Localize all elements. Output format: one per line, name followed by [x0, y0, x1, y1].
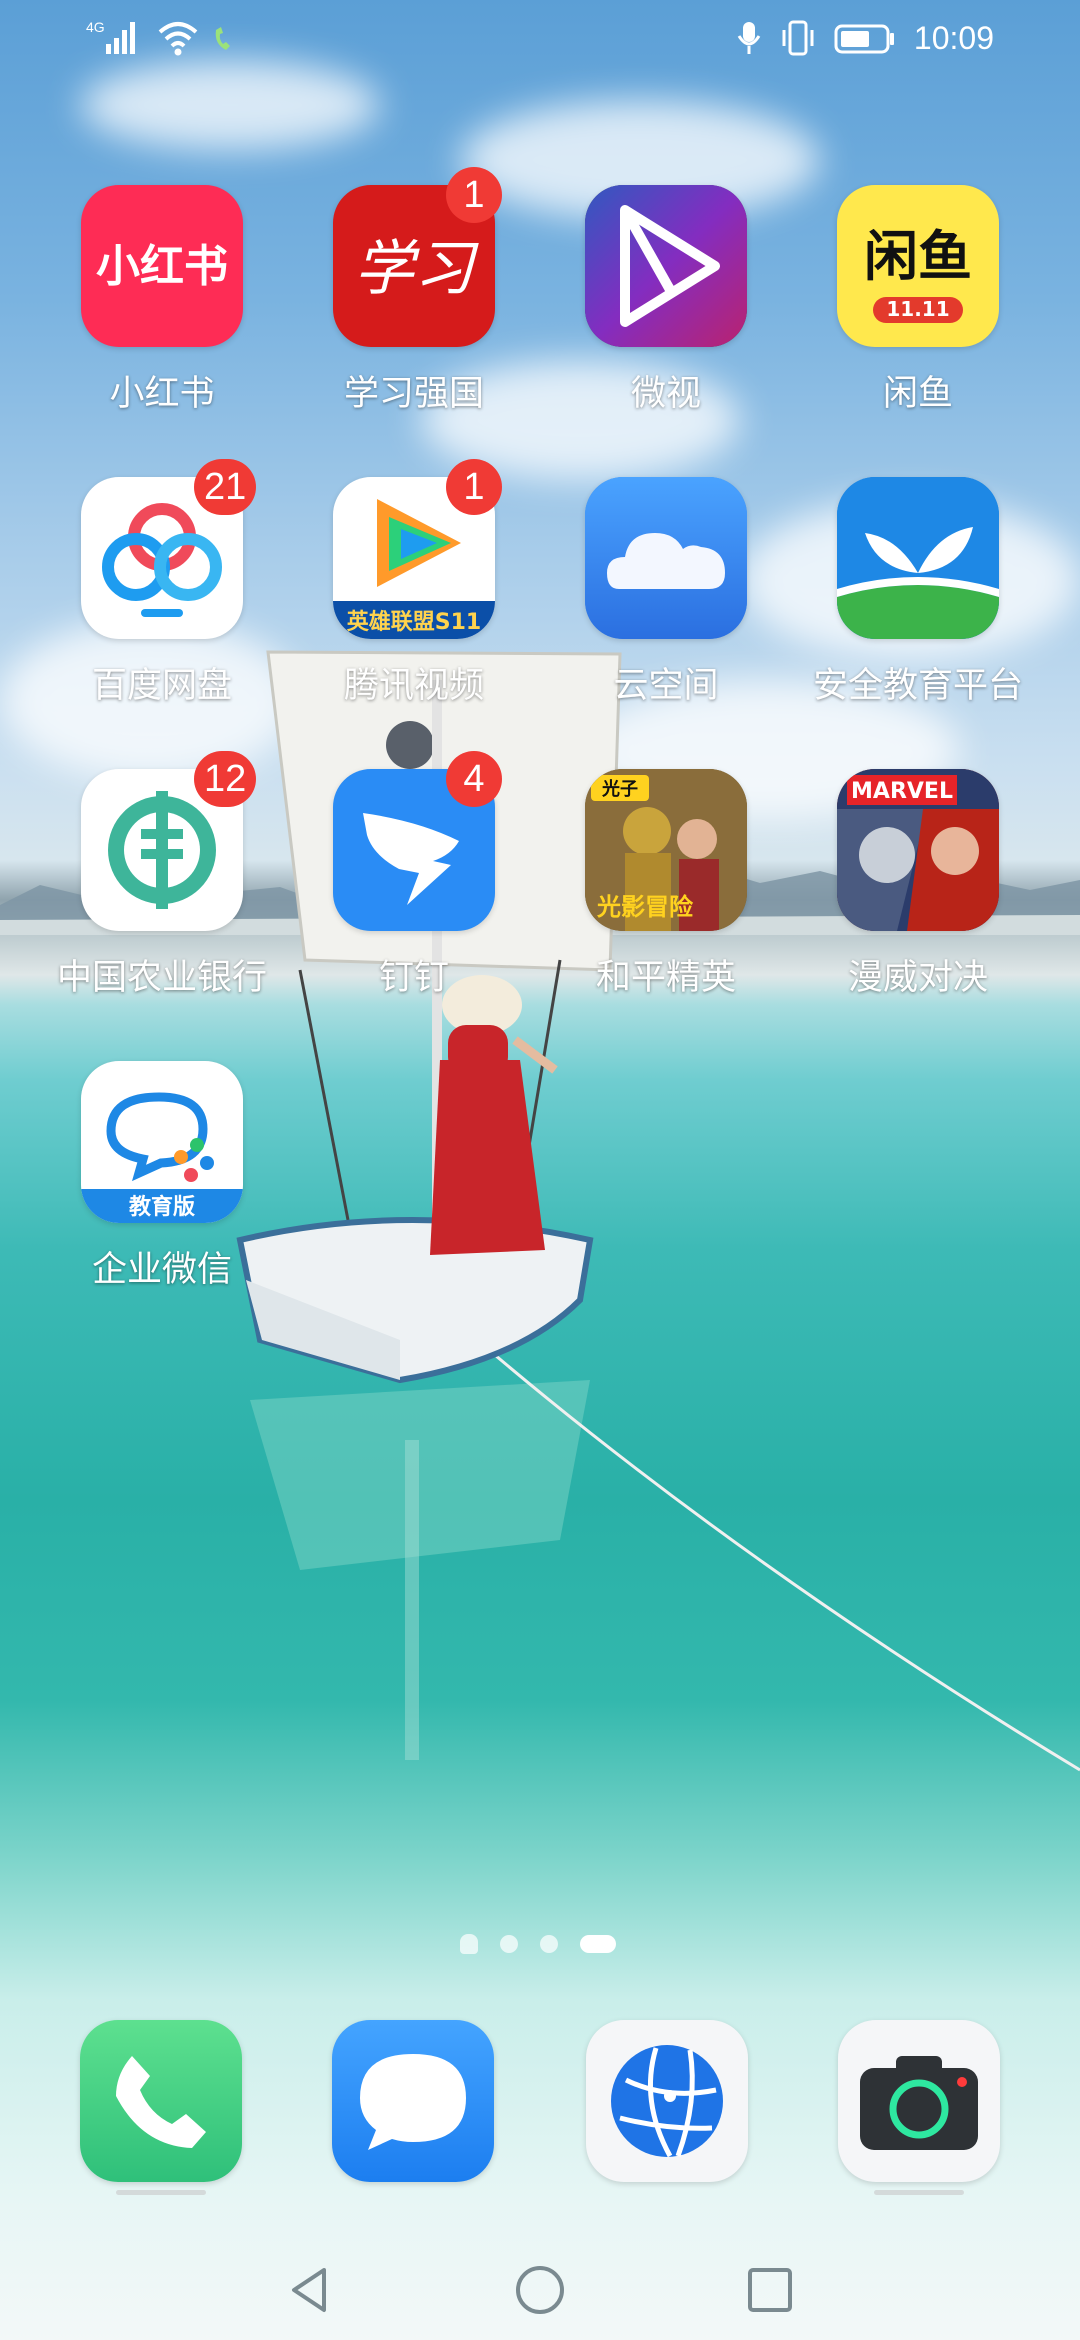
microphone-icon [737, 22, 761, 54]
page-indicator[interactable] [460, 1934, 616, 1954]
svg-text:4G: 4G [86, 19, 105, 35]
app-label: 腾讯视频 [343, 666, 484, 706]
notification-badge: 1 [446, 459, 502, 515]
app-label: 微视 [630, 374, 701, 414]
app-weishi[interactable]: 微视 [540, 185, 792, 435]
app-label: 钉钉 [378, 958, 449, 998]
app-xiaohongshu[interactable]: 小红书 小红书 [36, 185, 288, 435]
recents-icon[interactable] [740, 2260, 800, 2320]
battery-icon [834, 24, 894, 54]
svg-text:11.11: 11.11 [886, 297, 949, 321]
app-label: 学习强国 [343, 374, 484, 414]
home-icon[interactable] [510, 2260, 570, 2320]
app-label: 闲鱼 [882, 374, 953, 414]
signal-icon: 4G [86, 19, 135, 54]
page-dot[interactable] [500, 1935, 518, 1953]
app-xuexi-qiangguo[interactable]: 学习 1 学习强国 [288, 167, 540, 435]
app-label: 云空间 [613, 666, 719, 706]
call-icon [215, 27, 230, 50]
navigation-bar [0, 2240, 1080, 2340]
vibrate-icon [782, 20, 814, 56]
weishi-icon [585, 185, 747, 347]
notification-badge: 4 [446, 751, 502, 807]
svg-text:闲鱼: 闲鱼 [864, 225, 972, 288]
dock-messages[interactable] [332, 2020, 494, 2182]
page-dot-home[interactable] [460, 1934, 478, 1954]
app-label: 企业微信 [91, 1250, 232, 1290]
svg-text:光影冒险: 光影冒险 [596, 893, 694, 921]
dock-browser[interactable] [586, 2020, 748, 2182]
page-dot[interactable] [540, 1935, 558, 1953]
safety-education-icon [837, 477, 999, 639]
app-abc-bank[interactable]: 12 中国农业银行 [36, 751, 288, 1019]
app-peace-elite[interactable]: 光子 光影冒险 和平精英 [540, 769, 792, 1019]
svg-text:教育版: 教育版 [129, 1194, 195, 1220]
app-label: 中国农业银行 [56, 958, 267, 998]
app-label: 小红书 [109, 374, 215, 414]
notification-badge: 1 [446, 167, 502, 223]
app-label: 安全教育平台 [812, 666, 1023, 706]
wecom-icon: 教育版 [81, 1061, 243, 1223]
message-icon [332, 2020, 494, 2182]
cloud-space-icon [585, 477, 747, 639]
app-dingtalk[interactable]: 4 钉钉 [288, 751, 540, 1019]
app-tencent-video[interactable]: 英雄联盟S11 1 腾讯视频 [288, 459, 540, 727]
status-bar: 4G 10:09 [0, 0, 1080, 80]
peace-elite-icon: 光子 光影冒险 [585, 769, 747, 931]
dock-indicator [116, 2190, 206, 2195]
page-dot-active[interactable] [580, 1935, 616, 1953]
svg-text:光子: 光子 [601, 778, 638, 800]
svg-text:英雄联盟S11: 英雄联盟S11 [347, 610, 481, 635]
marvel-duel-icon: MARVEL [837, 769, 999, 931]
app-label: 漫威对决 [847, 958, 988, 998]
notification-badge: 12 [194, 751, 257, 807]
dock-indicator [874, 2190, 964, 2195]
app-cloud-space[interactable]: 云空间 [540, 477, 792, 727]
xianyu-icon: 闲鱼 11.11 [837, 185, 999, 347]
dock-camera[interactable] [838, 2020, 1000, 2182]
dock-phone[interactable] [80, 2020, 242, 2182]
clock: 10:09 [913, 19, 994, 56]
app-baidu-netdisk[interactable]: 21 百度网盘 [36, 459, 288, 727]
svg-text:小红书: 小红书 [96, 241, 228, 292]
app-label: 和平精英 [595, 958, 736, 998]
back-icon[interactable] [280, 2260, 340, 2320]
svg-text:学习: 学习 [354, 234, 479, 304]
app-xianyu[interactable]: 闲鱼 11.11 闲鱼 [792, 185, 1044, 435]
svg-text:MARVEL: MARVEL [851, 779, 953, 804]
app-wecom[interactable]: 教育版 企业微信 [36, 1061, 288, 1311]
app-label: 百度网盘 [91, 666, 232, 706]
wifi-icon [158, 22, 198, 56]
app-marvel-duel[interactable]: MARVEL 漫威对决 [792, 769, 1044, 1019]
phone-icon [80, 2020, 242, 2182]
notification-badge: 21 [194, 459, 257, 515]
xiaohongshu-icon: 小红书 [81, 185, 243, 347]
camera-icon [838, 2020, 1000, 2182]
app-safety-education[interactable]: 安全教育平台 [792, 477, 1044, 727]
browser-icon [586, 2020, 748, 2182]
